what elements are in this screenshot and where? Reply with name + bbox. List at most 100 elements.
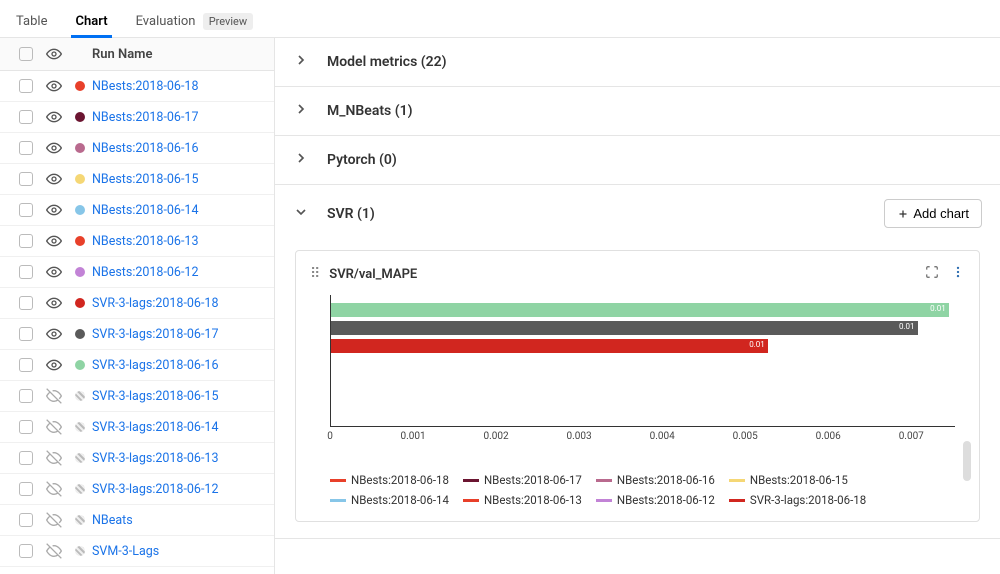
section-title: Model metrics (22) xyxy=(327,54,982,70)
visibility-toggle[interactable] xyxy=(40,388,68,404)
visibility-toggle[interactable] xyxy=(40,419,68,435)
run-row: NBests:2018-06-17 xyxy=(0,102,274,133)
run-name-link[interactable]: SVR-3-lags:2018-06-16 xyxy=(92,358,218,373)
visibility-toggle[interactable] xyxy=(40,326,68,342)
run-name-link[interactable]: NBests:2018-06-13 xyxy=(92,234,198,249)
run-checkbox[interactable] xyxy=(19,110,33,124)
section-header[interactable]: Model metrics (22) xyxy=(275,38,1000,86)
legend-label: NBests:2018-06-18 xyxy=(351,473,449,487)
more-menu-icon[interactable] xyxy=(951,265,965,283)
visibility-toggle[interactable] xyxy=(40,109,68,125)
scrollbar-thumb[interactable] xyxy=(963,441,971,481)
legend-item: NBests:2018-06-17 xyxy=(463,473,582,487)
run-color-dot xyxy=(75,267,85,277)
run-checkbox[interactable] xyxy=(19,296,33,310)
drag-handle-icon[interactable]: ⠿ xyxy=(310,266,321,282)
axis-tick: 0.004 xyxy=(650,431,675,442)
run-name-link[interactable]: NBests:2018-06-14 xyxy=(92,203,198,218)
run-checkbox[interactable] xyxy=(19,389,33,403)
run-color-dot xyxy=(75,205,85,215)
chart-title: SVR/val_MAPE xyxy=(329,267,925,282)
visibility-toggle[interactable] xyxy=(40,295,68,311)
legend-swatch xyxy=(596,479,612,482)
chart-bar: 0.01 xyxy=(331,339,768,353)
chart-legend: NBests:2018-06-18 NBests:2018-06-17 NBes… xyxy=(330,473,955,507)
axis-tick: 0.005 xyxy=(733,431,758,442)
tab-table[interactable]: Table xyxy=(12,8,51,37)
legend-label: SVR-3-lags:2018-06-18 xyxy=(750,493,866,507)
visibility-header-icon[interactable] xyxy=(40,46,68,62)
run-name-link[interactable]: SVR-3-lags:2018-06-17 xyxy=(92,327,218,342)
run-name-link[interactable]: SVR-3-lags:2018-06-14 xyxy=(92,420,218,435)
plus-icon xyxy=(897,208,909,220)
run-row: NBests:2018-06-12 xyxy=(0,257,274,288)
run-checkbox[interactable] xyxy=(19,172,33,186)
run-checkbox[interactable] xyxy=(19,79,33,93)
run-name-link[interactable]: SVM-3-Lags xyxy=(92,544,159,559)
chart-card: ⠿ SVR/val_MAPE 0.01 0.01 0.01 00.0010.00… xyxy=(295,250,980,522)
legend-label: NBests:2018-06-15 xyxy=(750,473,848,487)
legend-swatch xyxy=(729,499,745,502)
run-checkbox[interactable] xyxy=(19,482,33,496)
run-checkbox[interactable] xyxy=(19,451,33,465)
legend-swatch xyxy=(330,499,346,502)
axis-tick: 0.003 xyxy=(567,431,592,442)
section-header[interactable]: Pytorch (0) xyxy=(275,136,1000,184)
visibility-toggle[interactable] xyxy=(40,264,68,280)
x-axis xyxy=(330,426,955,427)
run-name-link[interactable]: SVR-3-lags:2018-06-13 xyxy=(92,451,218,466)
visibility-toggle[interactable] xyxy=(40,357,68,373)
run-color-dot xyxy=(75,143,85,153)
visibility-toggle[interactable] xyxy=(40,140,68,156)
run-checkbox[interactable] xyxy=(19,358,33,372)
section: SVR (1) Add chart ⠿ SVR/val_MAPE 0.01 0.… xyxy=(275,185,1000,539)
visibility-toggle[interactable] xyxy=(40,171,68,187)
visibility-toggle[interactable] xyxy=(40,78,68,94)
tab-evaluation-label: Evaluation xyxy=(136,14,196,29)
fullscreen-icon[interactable] xyxy=(925,265,939,283)
section-header[interactable]: M_NBeats (1) xyxy=(275,87,1000,135)
run-checkbox[interactable] xyxy=(19,544,33,558)
run-checkbox[interactable] xyxy=(19,203,33,217)
run-row: SVR-3-lags:2018-06-13 xyxy=(0,443,274,474)
section-header[interactable]: SVR (1) Add chart xyxy=(275,185,1000,242)
add-chart-button[interactable]: Add chart xyxy=(884,199,982,228)
run-color-dot xyxy=(75,484,85,494)
visibility-toggle[interactable] xyxy=(40,481,68,497)
run-name-link[interactable]: NBests:2018-06-12 xyxy=(92,265,198,280)
run-name-link[interactable]: NBests:2018-06-17 xyxy=(92,110,198,125)
run-row: SVR-3-lags:2018-06-16 xyxy=(0,350,274,381)
run-name-link[interactable]: NBests:2018-06-16 xyxy=(92,141,198,156)
visibility-toggle[interactable] xyxy=(40,202,68,218)
visibility-toggle[interactable] xyxy=(40,233,68,249)
run-name-link[interactable]: SVR-3-lags:2018-06-18 xyxy=(92,296,218,311)
run-checkbox[interactable] xyxy=(19,141,33,155)
run-checkbox[interactable] xyxy=(19,265,33,279)
legend-item: NBests:2018-06-15 xyxy=(729,473,848,487)
run-color-dot xyxy=(75,546,85,556)
run-name-link[interactable]: SVR-3-lags:2018-06-12 xyxy=(92,482,218,497)
run-checkbox[interactable] xyxy=(19,513,33,527)
tab-chart[interactable]: Chart xyxy=(71,8,111,37)
select-all-checkbox[interactable] xyxy=(19,47,33,61)
run-row: SVR-3-lags:2018-06-14 xyxy=(0,412,274,443)
run-name-link[interactable]: NBests:2018-06-18 xyxy=(92,79,198,94)
section: Model metrics (22) xyxy=(275,38,1000,87)
run-checkbox[interactable] xyxy=(19,327,33,341)
run-checkbox[interactable] xyxy=(19,234,33,248)
visibility-toggle[interactable] xyxy=(40,512,68,528)
run-name-link[interactable]: NBests:2018-06-15 xyxy=(92,172,198,187)
section: Pytorch (0) xyxy=(275,136,1000,185)
run-checkbox[interactable] xyxy=(19,420,33,434)
legend-item: NBests:2018-06-16 xyxy=(596,473,715,487)
run-row: SVR-3-lags:2018-06-18 xyxy=(0,288,274,319)
chart-bar: 0.01 xyxy=(331,303,949,317)
chevron-right-icon xyxy=(293,52,311,72)
section-title: M_NBeats (1) xyxy=(327,103,982,119)
run-name-link[interactable]: SVR-3-lags:2018-06-15 xyxy=(92,389,218,404)
visibility-toggle[interactable] xyxy=(40,450,68,466)
tab-evaluation[interactable]: Evaluation Preview xyxy=(132,8,258,37)
run-name-link[interactable]: NBeats xyxy=(92,513,133,528)
visibility-toggle[interactable] xyxy=(40,543,68,559)
chart-bar: 0.01 xyxy=(331,321,918,335)
